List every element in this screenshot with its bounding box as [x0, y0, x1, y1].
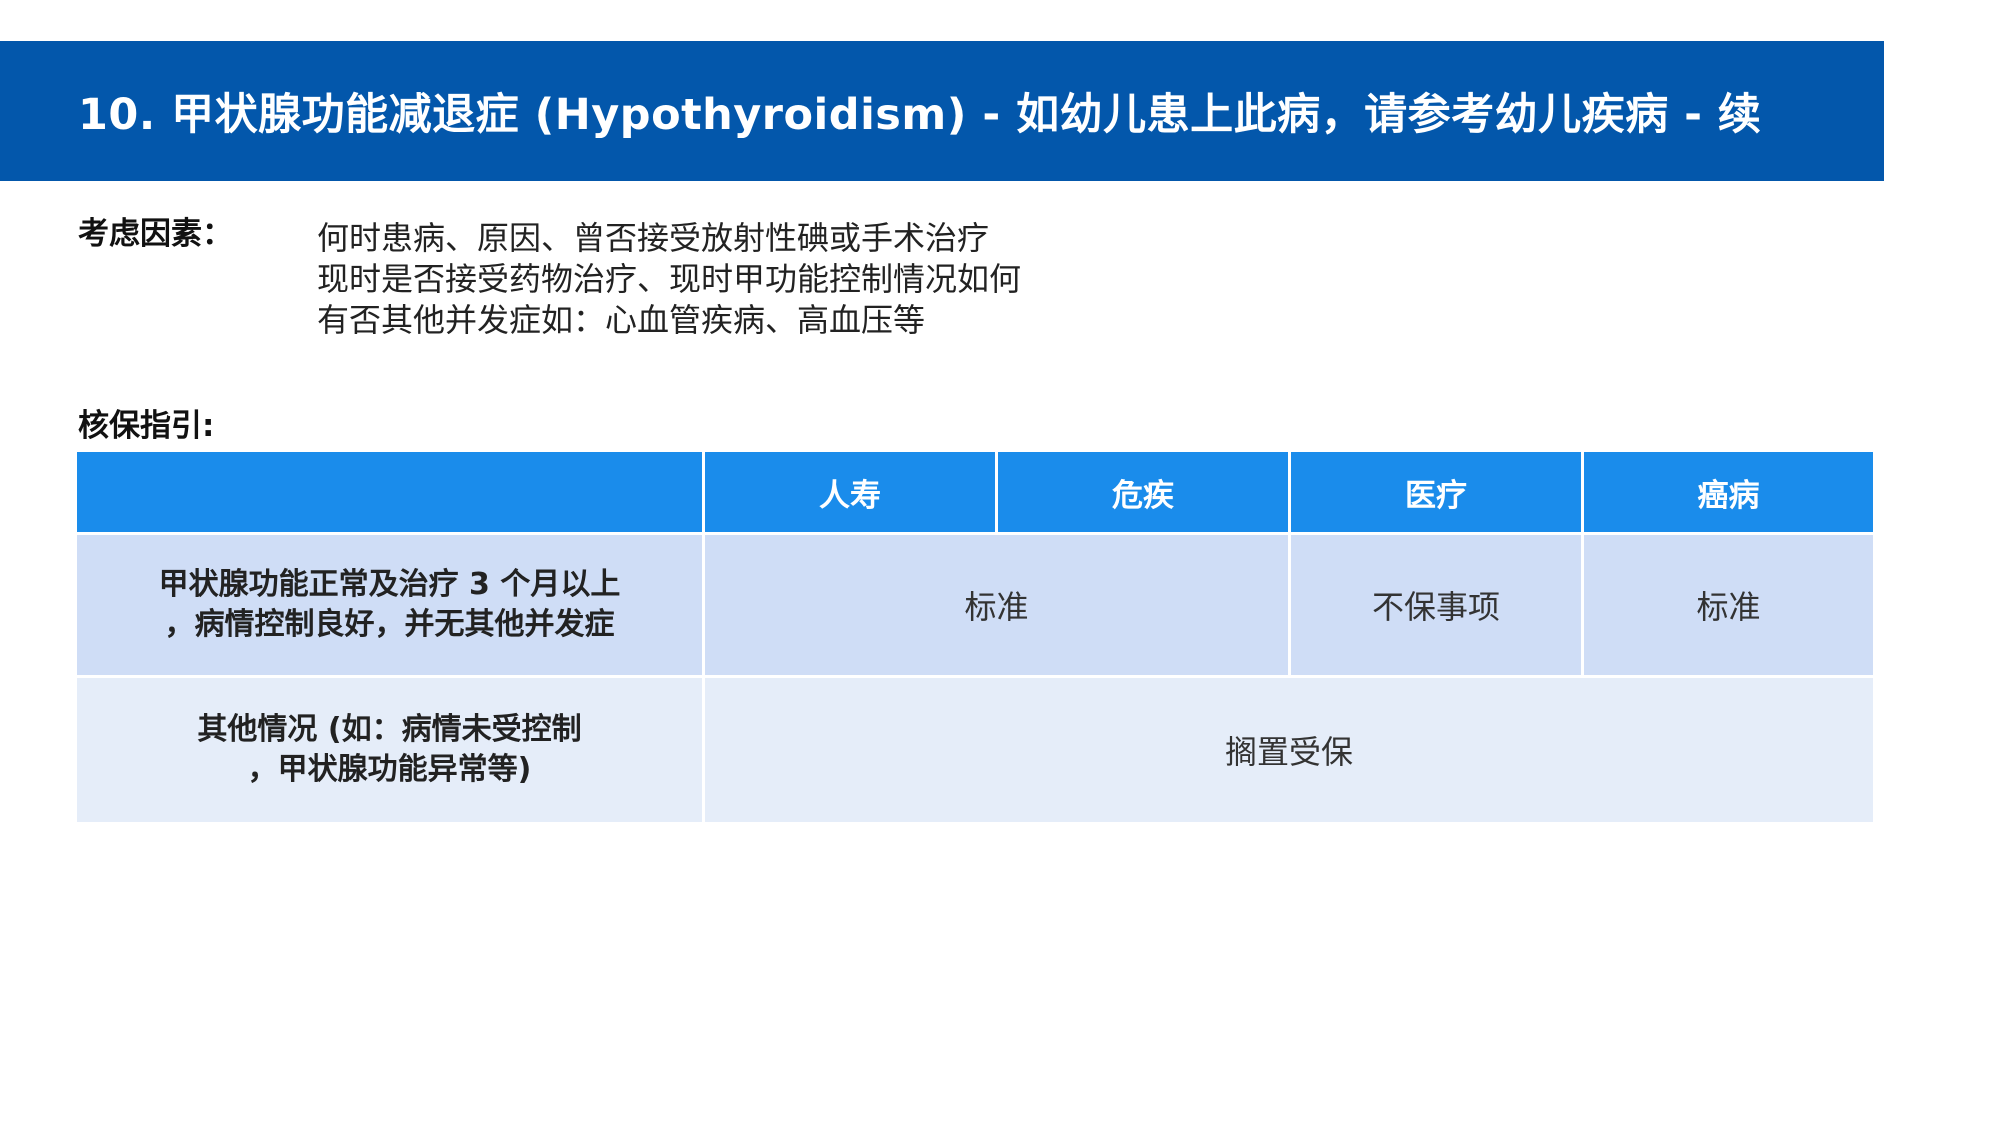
table-header-life: 人寿: [705, 452, 995, 532]
underwriting-table: 人寿 危疾 医疗 癌病 甲状腺功能正常及治疗 3 个月以上 ，病情控制良好，并无…: [77, 452, 1873, 822]
factors-list: 何时患病、原因、曾否接受放射性碘或手术治疗 现时是否接受药物治疗、现时甲功能控制…: [317, 218, 1021, 341]
slide-title: 10. 甲状腺功能减退症 (Hypothyroidism) - 如幼儿患上此病，…: [78, 90, 1762, 140]
factor-item: 现时是否接受药物治疗、现时甲功能控制情况如何: [317, 260, 1022, 298]
table-header-cancer: 癌病: [1584, 452, 1873, 532]
row-label-line: ，病情控制良好，并无其他并发症: [164, 607, 615, 642]
table-header-medical: 医疗: [1291, 452, 1581, 532]
row-label-line: ，甲状腺功能异常等): [247, 752, 532, 787]
guide-label: 核保指引:: [78, 408, 215, 444]
title-bar: 10. 甲状腺功能减退症 (Hypothyroidism) - 如幼儿患上此病，…: [0, 41, 1884, 181]
cell-cancer: 标准: [1584, 535, 1873, 675]
row-label-line: 其他情况 (如：病情未受控制: [197, 712, 582, 747]
table-header-critical-illness: 危疾: [998, 452, 1288, 532]
factors-label: 考虑因素：: [78, 216, 233, 252]
row-label-other: 其他情况 (如：病情未受控制 ，甲状腺功能异常等): [77, 678, 702, 822]
row-label-line: 甲状腺功能正常及治疗 3 个月以上: [158, 567, 621, 602]
slide: 10. 甲状腺功能减退症 (Hypothyroidism) - 如幼儿患上此病，…: [0, 0, 2000, 1125]
factor-item: 有否其他并发症如：心血管疾病、高血压等: [317, 301, 926, 339]
table-header-blank: [77, 452, 702, 532]
cell-all-postpone: 搁置受保: [705, 678, 1873, 822]
row-label-controlled: 甲状腺功能正常及治疗 3 个月以上 ，病情控制良好，并无其他并发症: [77, 535, 702, 675]
cell-medical: 不保事项: [1291, 535, 1581, 675]
cell-life-critical: 标准: [705, 535, 1288, 675]
factor-item: 何时患病、原因、曾否接受放射性碘或手术治疗: [317, 219, 990, 257]
